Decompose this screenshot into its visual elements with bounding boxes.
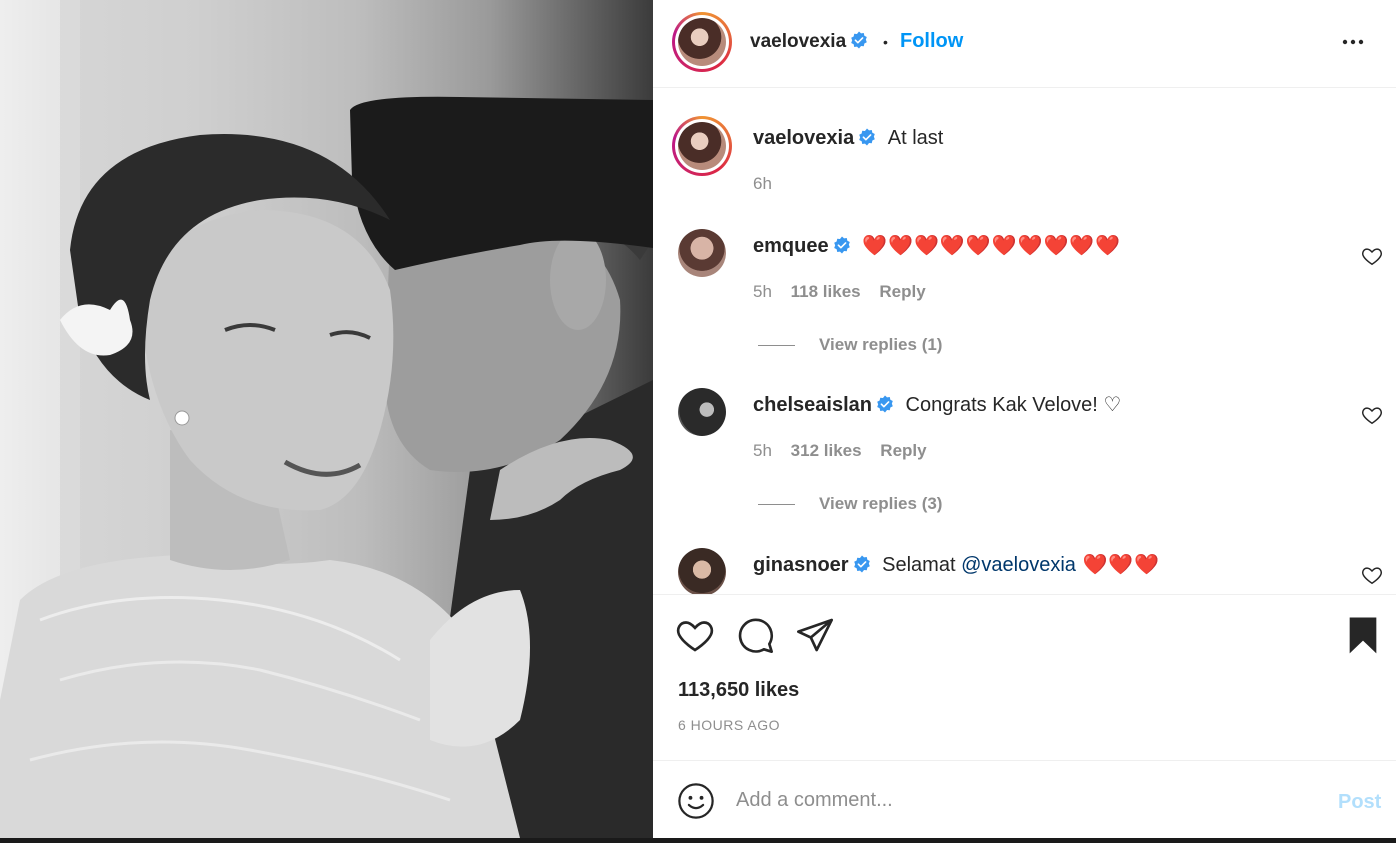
comment-bubble-icon[interactable] bbox=[735, 615, 775, 655]
comment-meta: 5h 118 likes Reply bbox=[753, 282, 940, 302]
comment-body-suffix: ❤️❤️❤️ bbox=[1075, 554, 1161, 576]
add-comment-bar: Post bbox=[653, 760, 1396, 838]
view-replies-button[interactable]: View replies (1) bbox=[758, 335, 942, 355]
reply-button[interactable]: Reply bbox=[880, 441, 926, 460]
comment-like-heart-icon[interactable] bbox=[1361, 564, 1383, 586]
reply-button[interactable]: Reply bbox=[879, 282, 925, 301]
post-actions: 113,650 likes 6 HOURS AGO bbox=[653, 594, 1396, 759]
author-username-text[interactable]: vaelovexia bbox=[750, 31, 846, 52]
verified-badge-icon bbox=[833, 236, 850, 254]
heart-icon[interactable] bbox=[675, 615, 715, 655]
comment-likes[interactable]: 118 likes bbox=[791, 282, 861, 301]
comment-text: ginasnoer Selamat @vaelovexia ❤️❤️❤️ bbox=[753, 552, 1160, 577]
more-options-icon[interactable] bbox=[1341, 30, 1365, 54]
comment-body-prefix: Selamat bbox=[882, 554, 962, 576]
comment-like-heart-icon[interactable] bbox=[1361, 245, 1383, 267]
author-username[interactable]: vaelovexia bbox=[750, 31, 868, 53]
caption-avatar[interactable] bbox=[672, 116, 732, 176]
comment-body: ❤️❤️❤️❤️❤️❤️❤️❤️❤️❤️ bbox=[862, 235, 1122, 257]
comment-time[interactable]: 5h bbox=[753, 282, 772, 301]
post-comment-button[interactable]: Post bbox=[1338, 791, 1381, 814]
caption-time[interactable]: 6h bbox=[753, 174, 772, 193]
view-replies-label[interactable]: View replies (3) bbox=[819, 494, 942, 514]
comment-text: emquee ❤️❤️❤️❤️❤️❤️❤️❤️❤️❤️ bbox=[753, 233, 1121, 258]
caption-text: vaelovexia At last bbox=[753, 127, 943, 150]
comment-like-heart-icon[interactable] bbox=[1361, 404, 1383, 426]
verified-badge-icon bbox=[859, 128, 875, 146]
view-replies-button[interactable]: View replies (3) bbox=[758, 494, 942, 514]
commenter-avatar[interactable] bbox=[678, 548, 726, 594]
comment-username[interactable]: chelseaislan bbox=[753, 394, 872, 416]
commenter-avatar[interactable] bbox=[678, 229, 726, 277]
comment-username[interactable]: emquee bbox=[753, 235, 829, 257]
view-replies-line bbox=[758, 503, 795, 505]
comment-input[interactable] bbox=[736, 783, 1296, 817]
follow-button[interactable]: Follow bbox=[900, 30, 963, 53]
caption-body: At last bbox=[887, 127, 944, 149]
post-photo[interactable] bbox=[0, 0, 653, 838]
verified-badge-icon bbox=[877, 395, 893, 413]
post-timestamp[interactable]: 6 HOURS AGO bbox=[678, 717, 780, 733]
likes-count[interactable]: 113,650 likes bbox=[678, 679, 799, 702]
commenter-avatar[interactable] bbox=[678, 388, 726, 436]
view-replies-line bbox=[758, 344, 795, 346]
verified-badge-icon bbox=[851, 31, 867, 49]
bookmark-icon[interactable] bbox=[1343, 615, 1383, 655]
comment-text: chelseaislan Congrats Kak Velove! ♡ bbox=[753, 392, 1121, 417]
verified-badge-icon bbox=[853, 555, 870, 573]
paper-plane-icon[interactable] bbox=[795, 615, 835, 655]
header-separator: • bbox=[883, 34, 888, 50]
comment-username[interactable]: ginasnoer bbox=[753, 554, 849, 576]
caption-username[interactable]: vaelovexia bbox=[753, 127, 854, 149]
author-avatar[interactable] bbox=[672, 12, 732, 72]
post-detail-panel: vaelovexia • Follow vaelovexia At last 6… bbox=[653, 0, 1396, 838]
emoji-smile-icon[interactable] bbox=[677, 782, 715, 820]
comment-body: Congrats Kak Velove! ♡ bbox=[905, 394, 1122, 416]
comment-mention-link[interactable]: @vaelovexia bbox=[961, 554, 1076, 576]
comments-list[interactable]: vaelovexia At last 6h emquee ❤️❤️❤️❤️❤️❤… bbox=[653, 89, 1396, 594]
comment-likes[interactable]: 312 likes bbox=[791, 441, 862, 460]
comment-time[interactable]: 5h bbox=[753, 441, 772, 460]
photo-illustration bbox=[0, 0, 653, 838]
view-replies-label[interactable]: View replies (1) bbox=[819, 335, 942, 355]
caption-meta: 6h bbox=[753, 174, 786, 194]
comment-meta: 5h 312 likes Reply bbox=[753, 441, 941, 461]
post-header: vaelovexia • Follow bbox=[653, 0, 1396, 88]
